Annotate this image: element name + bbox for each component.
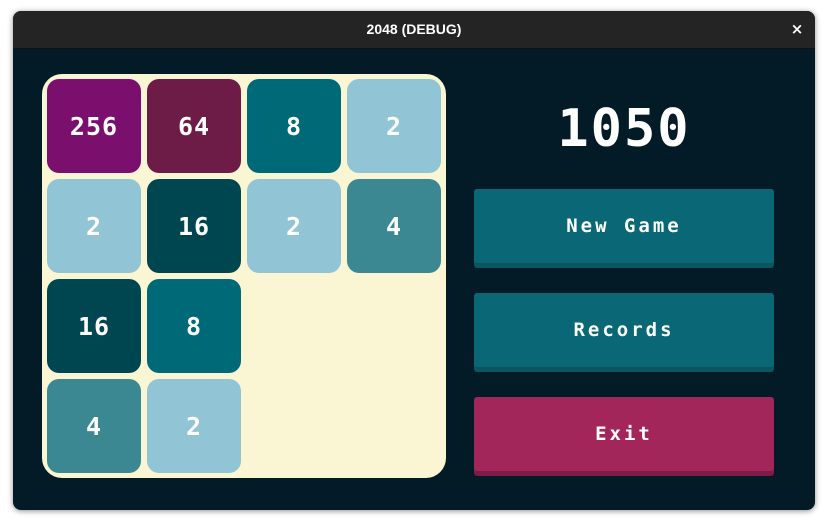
tile: 4 xyxy=(347,179,441,273)
title-bar[interactable]: 2048 (DEBUG) × xyxy=(13,11,815,49)
records-label: Records xyxy=(573,319,675,341)
exit-button[interactable]: Exit xyxy=(474,397,774,471)
close-icon[interactable]: × xyxy=(785,18,809,42)
tile: 2 xyxy=(347,79,441,173)
tile: 2 xyxy=(147,379,241,473)
tile: 2 xyxy=(47,179,141,273)
new-game-button[interactable]: New Game xyxy=(474,189,774,263)
tile: 8 xyxy=(247,79,341,173)
tile: 256 xyxy=(47,79,141,173)
tile: 4 xyxy=(47,379,141,473)
tile: 64 xyxy=(147,79,241,173)
tile: 8 xyxy=(147,279,241,373)
score-display: 1050 xyxy=(557,99,691,159)
game-board: 256 64 8 2 2 16 2 4 16 8 4 2 xyxy=(42,74,446,478)
game-window: 2048 (DEBUG) × 256 64 8 2 2 16 2 4 16 8 4 2 1050 Ne… xyxy=(13,11,815,510)
exit-label: Exit xyxy=(595,423,653,445)
tile: 2 xyxy=(247,179,341,273)
window-title: 2048 (DEBUG) xyxy=(366,21,462,37)
new-game-label: New Game xyxy=(566,215,682,237)
tile: 16 xyxy=(147,179,241,273)
tile: 16 xyxy=(47,279,141,373)
records-button[interactable]: Records xyxy=(474,293,774,367)
